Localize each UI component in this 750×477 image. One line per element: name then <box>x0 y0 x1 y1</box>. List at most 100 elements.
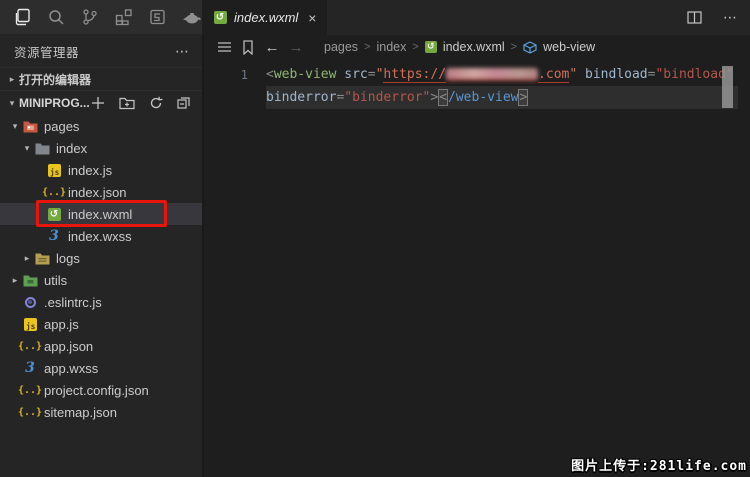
source-control-icon[interactable] <box>80 7 100 27</box>
wxml-file-icon: ↺ <box>46 206 62 222</box>
sidebar-title: 资源管理器 <box>14 42 175 61</box>
tree-item-utils[interactable]: ▸ utils <box>0 269 202 291</box>
tree-item-logs[interactable]: ▸ logs <box>0 247 202 269</box>
tree-item-project-config-json[interactable]: {..} project.config.json <box>0 379 202 401</box>
panel-icon[interactable] <box>148 7 168 27</box>
tree-item-index[interactable]: ▾ index <box>0 137 202 159</box>
web-view-component-icon <box>523 41 537 54</box>
breadcrumb: pages>index>↺index.wxml>web-view <box>324 40 595 54</box>
outline-list-icon[interactable] <box>214 38 234 56</box>
js-file-icon: js <box>22 316 38 332</box>
open-editors-section[interactable]: ▸ 打开的编辑器 <box>0 67 202 90</box>
code-token: = <box>368 67 376 82</box>
breadcrumb-item-pages[interactable]: pages <box>324 40 358 54</box>
tree-item-label: app.js <box>44 317 79 332</box>
tree-item--eslintrc-js[interactable]: .eslintrc.js <box>0 291 202 313</box>
files-icon[interactable] <box>12 7 32 27</box>
tree-item-index-wxss[interactable]: 3 index.wxss <box>0 225 202 247</box>
json-file-icon: {..} <box>22 404 38 420</box>
tree-item-label: index.wxml <box>68 207 132 222</box>
tree-item-index-wxml[interactable]: ↺ index.wxml <box>0 203 202 225</box>
wxss-file-icon: 3 <box>46 228 62 244</box>
search-icon[interactable] <box>46 7 66 27</box>
json-file-icon: {..} <box>22 382 38 398</box>
tree-item-pages[interactable]: ▾ pages <box>0 115 202 137</box>
code-line-1: 1 <web-view src="https://.com" bindload=… <box>204 63 750 86</box>
watermark-text: 图片上传于:281life.com <box>571 455 747 474</box>
breadcrumb-item-index-wxml[interactable]: index.wxml <box>443 40 505 54</box>
explorer-sidebar: 资源管理器 ⋯ ▸ 打开的编辑器 ▾ MINIPROG... <box>0 35 202 477</box>
code-token: https:// <box>383 67 446 83</box>
code-area[interactable]: 1 <web-view src="https://.com" bindload=… <box>204 59 750 109</box>
tree-item-label: index.json <box>68 185 127 200</box>
chevron-down-icon: ▾ <box>8 121 22 132</box>
file-tree: ▾ pages ▾ index jsindex.js {..} index.json ↺ ind… <box>0 115 202 423</box>
code-token: > <box>430 90 438 105</box>
tab-close-icon[interactable]: × <box>308 11 316 25</box>
sidebar-more-icon[interactable]: ⋯ <box>175 43 190 60</box>
code-token: < <box>438 89 448 106</box>
json-file-icon: {..} <box>22 338 38 354</box>
tree-item-label: utils <box>44 273 67 288</box>
tree-item-label: app.wxss <box>44 361 98 376</box>
new-file-icon[interactable] <box>90 95 106 111</box>
editor-more-actions-icon[interactable]: ⋯ <box>720 8 740 28</box>
tree-item-sitemap-json[interactable]: {..} sitemap.json <box>0 401 202 423</box>
new-folder-icon[interactable] <box>119 95 135 111</box>
top-bar: ↺ index.wxml × ⋯ <box>0 0 750 35</box>
tree-item-label: index <box>56 141 87 156</box>
chevron-right-icon: ▸ <box>20 253 34 264</box>
bookmark-icon[interactable] <box>238 38 258 56</box>
wxml-file-icon: ↺ <box>212 10 228 26</box>
chevron-right-icon: ▸ <box>5 74 19 85</box>
split-editor-icon[interactable] <box>684 8 704 28</box>
code-token: bindload <box>585 67 648 82</box>
wxss-file-icon: 3 <box>22 360 38 376</box>
code-token: src <box>344 67 367 82</box>
breadcrumb-separator: > <box>412 41 418 53</box>
tree-item-app-json[interactable]: {..} app.json <box>0 335 202 357</box>
project-section-header[interactable]: ▾ MINIPROG... <box>0 90 202 115</box>
extensions-icon[interactable] <box>114 7 134 27</box>
redacted-url-blur <box>446 68 538 81</box>
activity-bar <box>0 0 202 35</box>
js-file-icon: js <box>46 162 62 178</box>
chevron-right-icon: ▸ <box>8 275 22 286</box>
tree-item-label: logs <box>56 251 80 266</box>
tree-item-label: sitemap.json <box>44 405 117 420</box>
code-token: web-view <box>274 67 337 82</box>
tree-item-index-json[interactable]: {..} index.json <box>0 181 202 203</box>
breadcrumb-item-index[interactable]: index <box>377 40 407 54</box>
json-file-icon: {..} <box>46 184 62 200</box>
tree-item-app-js[interactable]: js app.js <box>0 313 202 335</box>
tree-item-label: app.json <box>44 339 93 354</box>
navigate-back-icon[interactable]: ← <box>262 38 282 56</box>
tree-item-app-wxss[interactable]: 3 app.wxss <box>0 357 202 379</box>
chevron-down-icon: ▾ <box>5 98 19 109</box>
pages-folder-icon <box>22 118 38 134</box>
code-token: /web-view <box>448 90 518 105</box>
breadcrumb-item-web-view[interactable]: web-view <box>543 40 595 54</box>
eslint-file-icon <box>22 294 38 310</box>
tree-item-label: project.config.json <box>44 383 149 398</box>
tree-item-label: index.wxss <box>68 229 132 244</box>
utils-folder-icon <box>22 272 38 288</box>
wechat-devtools-editor-window: ↺ index.wxml × ⋯ 资源管理器 ⋯ ▸ 打开的编辑器 ▾ MINI… <box>0 0 750 477</box>
sidebar-header: 资源管理器 ⋯ <box>0 35 202 67</box>
teapot-icon[interactable] <box>182 7 202 27</box>
tab-label: index.wxml <box>234 10 298 25</box>
refresh-icon[interactable] <box>148 95 164 111</box>
code-token: "binderror" <box>344 90 430 105</box>
tab-index-wxml[interactable]: ↺ index.wxml × <box>202 0 327 35</box>
navigate-forward-icon[interactable]: → <box>286 38 306 56</box>
project-actions <box>90 95 205 111</box>
tree-item-index-js[interactable]: jsindex.js <box>0 159 202 181</box>
chevron-down-icon: ▾ <box>20 143 34 154</box>
collapse-all-icon[interactable] <box>177 95 193 111</box>
tree-item-label: pages <box>44 119 79 134</box>
editor-scrollbar-thumb[interactable] <box>722 66 733 108</box>
code-token: = <box>336 90 344 105</box>
editor-area: ← → pages>index>↺index.wxml>web-view 1 <… <box>202 35 750 477</box>
code-token: .com <box>538 67 569 83</box>
code-line-1-wrap: binderror="binderror"></web-view> <box>204 86 750 109</box>
